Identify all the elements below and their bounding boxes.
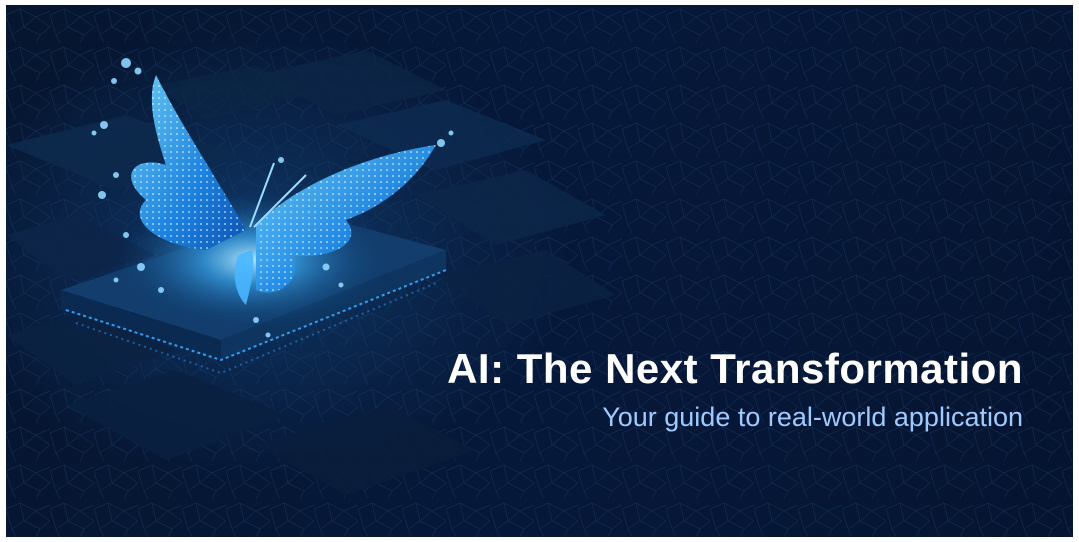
banner-subtitle: Your guide to real-world application bbox=[602, 402, 1023, 432]
banner-title: AI: The Next Transformation bbox=[447, 345, 1023, 392]
hero-banner: AI: The Next Transformation Your guide t… bbox=[6, 5, 1073, 537]
butterfly-chip-illustration bbox=[6, 5, 1073, 537]
